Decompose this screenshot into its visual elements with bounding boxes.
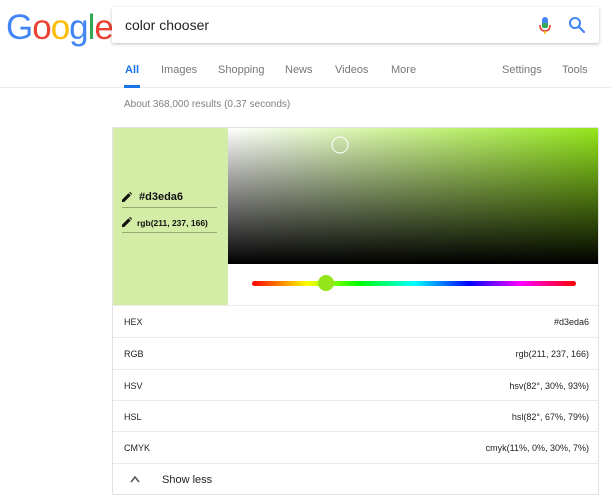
pencil-icon (122, 192, 132, 202)
color-format-row-hsv: HSV hsv(82°, 30%, 93%) (113, 369, 598, 401)
tab-all[interactable]: All (124, 57, 141, 88)
google-logo[interactable]: Google (6, 8, 114, 48)
hue-slider[interactable] (252, 281, 576, 286)
saturation-value-picker[interactable] (228, 128, 598, 264)
rgb-input-row[interactable]: rgb(211, 237, 166) (122, 215, 217, 233)
color-format-row-hsl: HSL hsl(82°, 67%, 79%) (113, 400, 598, 432)
header: Google color chooser All Images Shopping… (0, 0, 611, 88)
picker-handle[interactable] (331, 136, 349, 154)
pencil-icon (122, 217, 132, 227)
search-input[interactable]: color chooser (125, 17, 209, 33)
tab-shopping[interactable]: Shopping (218, 57, 265, 88)
format-label: RGB (124, 349, 144, 359)
color-swatch: #d3eda6 rgb(211, 237, 166) (113, 128, 228, 305)
hex-input[interactable]: #d3eda6 (139, 191, 183, 203)
tab-tools[interactable]: Tools (562, 57, 588, 88)
search-box[interactable]: color chooser (112, 7, 599, 43)
color-format-row-cmyk: CMYK cmyk(11%, 0%, 30%, 7%) (113, 431, 598, 463)
chevron-up-icon (130, 475, 140, 483)
tab-images[interactable]: Images (161, 57, 197, 88)
mic-icon[interactable] (538, 16, 552, 36)
color-format-row-rgb: RGB rgb(211, 237, 166) (113, 337, 598, 369)
picker-black-gradient (228, 128, 598, 264)
format-value: rgb(211, 237, 166) (515, 349, 589, 359)
format-label: HSL (124, 412, 142, 422)
logo-letter: e (94, 8, 113, 47)
format-label: HSV (124, 381, 143, 391)
format-value: #d3eda6 (553, 317, 589, 327)
logo-letter: o (50, 8, 70, 47)
hex-input-row[interactable]: #d3eda6 (122, 190, 217, 208)
show-less-button[interactable]: Show less (113, 463, 598, 494)
color-picker-card: #d3eda6 rgb(211, 237, 166) HEX #d3eda6 R… (112, 127, 599, 495)
rgb-input[interactable]: rgb(211, 237, 166) (137, 218, 208, 228)
logo-letter: l (87, 8, 96, 47)
hue-slider-handle[interactable] (317, 275, 334, 291)
logo-letter: o (32, 8, 51, 47)
tab-news[interactable]: News (285, 57, 313, 88)
format-value: hsv(82°, 30%, 93%) (509, 381, 589, 391)
tab-videos[interactable]: Videos (335, 57, 368, 88)
results-count: About 368,000 results (0.37 seconds) (124, 99, 291, 110)
show-less-label: Show less (162, 474, 213, 486)
logo-letter: g (69, 8, 88, 47)
search-icon[interactable] (568, 16, 586, 34)
color-format-row-hex: HEX #d3eda6 (113, 305, 598, 337)
format-label: CMYK (124, 443, 151, 453)
format-value: hsl(82°, 67%, 79%) (511, 412, 589, 422)
hue-slider-area (228, 264, 598, 305)
tab-settings[interactable]: Settings (502, 57, 542, 88)
format-label: HEX (124, 317, 143, 327)
logo-letter: G (6, 8, 33, 47)
format-value: cmyk(11%, 0%, 30%, 7%) (485, 443, 589, 453)
tab-more[interactable]: More (391, 57, 416, 88)
